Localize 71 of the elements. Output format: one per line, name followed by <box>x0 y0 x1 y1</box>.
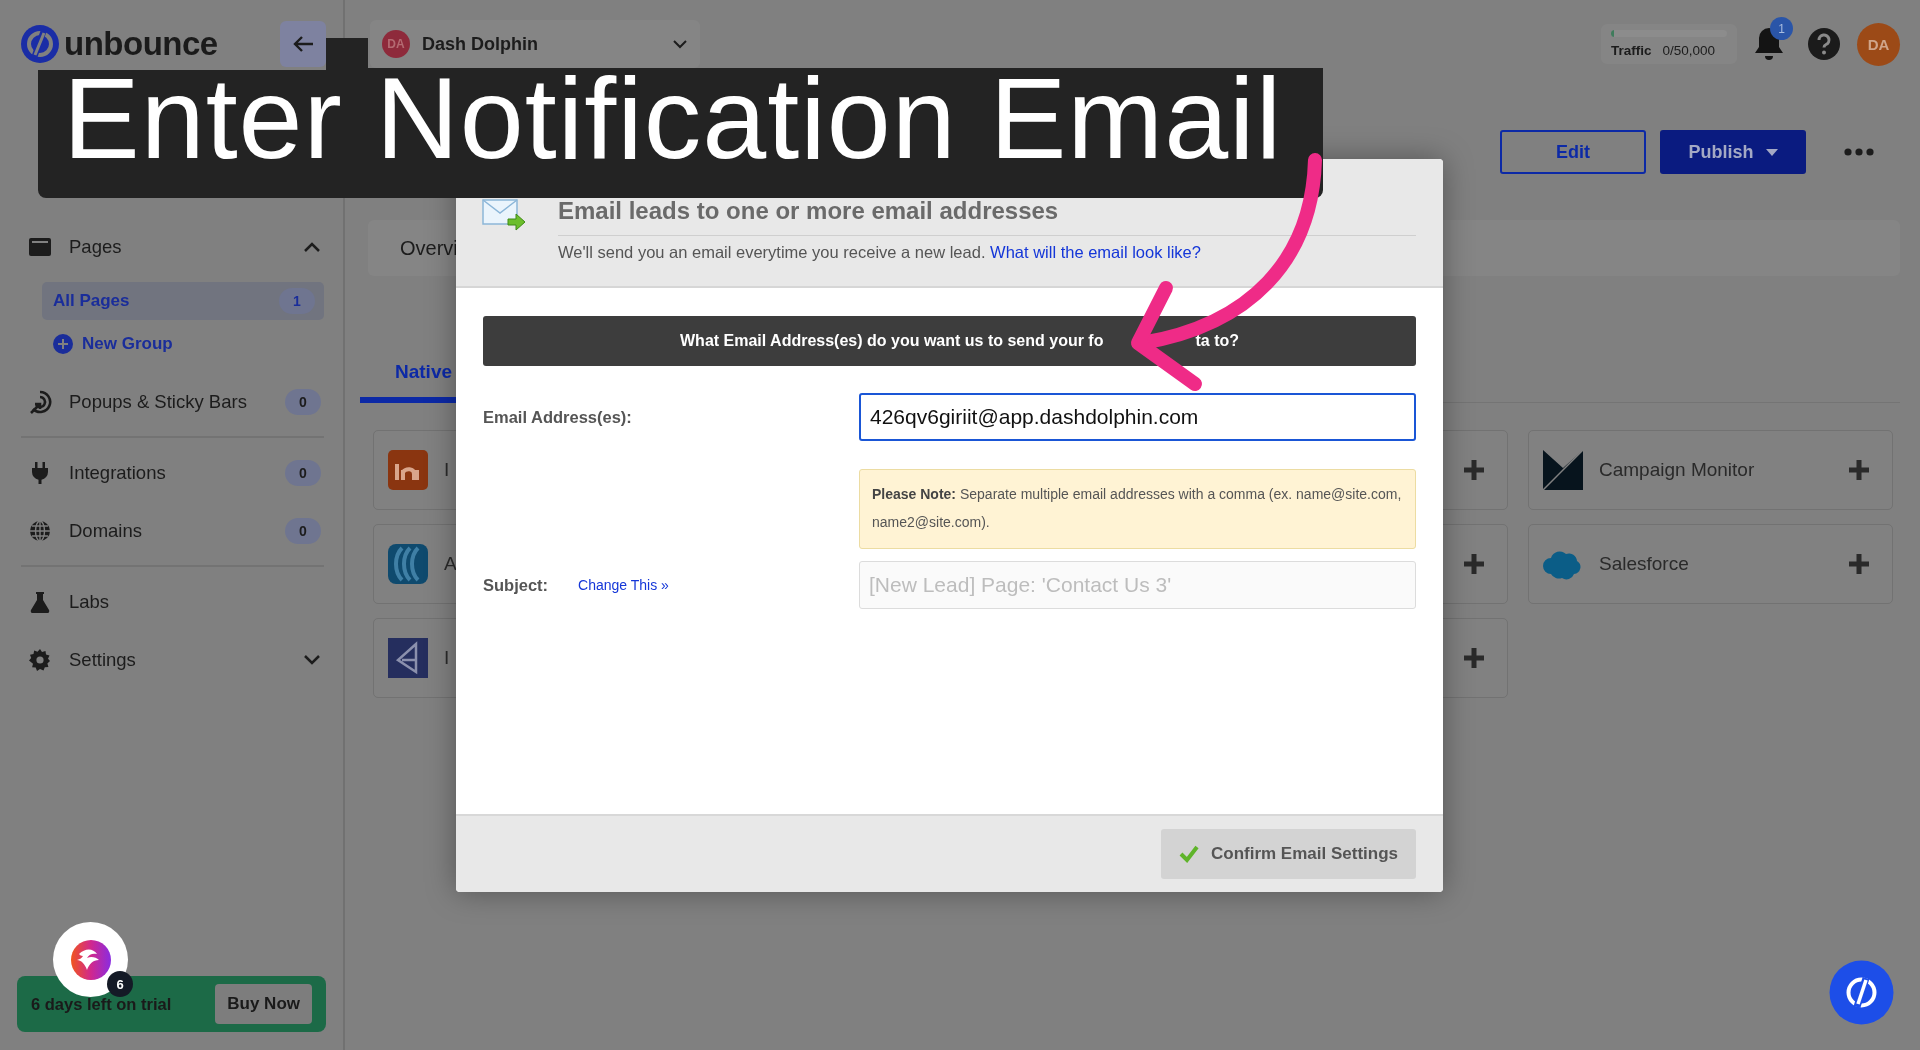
plus-icon[interactable] <box>1463 459 1485 481</box>
chevron-down-icon[interactable] <box>303 654 321 666</box>
count-badge: 0 <box>285 460 321 486</box>
plus-icon[interactable] <box>1463 647 1485 669</box>
envelope-logo-icon <box>1543 450 1583 490</box>
trial-text: 6 days left on trial <box>31 994 172 1014</box>
integration-name: Campaign Monitor <box>1599 459 1755 481</box>
nav-item[interactable]: Domains <box>69 520 268 542</box>
nav-subitem[interactable]: All Pages 1 <box>42 282 324 320</box>
checkmark-icon <box>1178 845 1199 863</box>
settings-icon <box>28 648 52 672</box>
notification-badge: 1 <box>1770 17 1793 40</box>
integration-card[interactable]: Salesforce <box>1528 524 1893 604</box>
count-badge: 0 <box>285 389 321 415</box>
count-badge: 0 <box>285 518 321 544</box>
new-group-link[interactable]: New Group <box>82 334 173 354</box>
buy-now-button[interactable]: Buy Now <box>215 984 312 1024</box>
help-icon[interactable] <box>1807 27 1841 61</box>
nav-item[interactable]: Settings <box>69 649 286 671</box>
traffic-label: Traffic <box>1611 43 1652 58</box>
caret-down-icon <box>672 39 688 49</box>
integration-name: I <box>444 647 450 669</box>
plus-circle-icon <box>52 333 74 355</box>
field-label: Email Address(es): <box>483 407 632 427</box>
nav-item[interactable]: Pages <box>69 236 286 258</box>
square-logo-icon <box>388 450 428 490</box>
email-field[interactable]: 426qv6giriit@app.dashdolphin.com <box>859 393 1416 441</box>
workspace-avatar: DA <box>382 30 410 58</box>
tab[interactable]: Overvi <box>400 236 458 260</box>
question-text: ta to? <box>1195 332 1239 350</box>
field-label: Subject: <box>483 575 549 595</box>
edit-button[interactable]: Edit <box>1500 130 1646 174</box>
change-link[interactable]: Change This » <box>578 577 669 593</box>
workspace-selector[interactable]: DA Dash Dolphin <box>370 20 700 68</box>
user-avatar[interactable]: DA <box>1857 22 1900 66</box>
flask-icon <box>28 590 52 614</box>
triangle-logo-icon <box>388 638 428 678</box>
nav-item[interactable]: Labs <box>69 591 321 613</box>
question-text: What Email Address(es) do you want us to send your fo <box>680 332 1104 350</box>
nav-item[interactable]: Integrations <box>69 462 268 484</box>
more-icon[interactable] <box>1844 148 1874 156</box>
count-badge: 1 <box>279 288 315 314</box>
chat-button-icon[interactable] <box>1829 960 1894 1025</box>
envelope-icon <box>482 197 526 233</box>
integration-name: I <box>444 459 450 481</box>
globe-icon <box>28 519 52 543</box>
back-button[interactable] <box>280 21 326 67</box>
logo-icon <box>20 24 60 64</box>
preview-link[interactable]: What will the email look like? <box>990 243 1201 261</box>
caret-down-icon <box>1765 148 1778 156</box>
note-text: Please Note: Separate multiple email addresses with a comma (ex. name@site.com, name2@site.com). <box>859 469 1416 549</box>
nav-item[interactable]: Popups & Sticky Bars <box>69 391 268 413</box>
integration-name: A <box>444 553 457 575</box>
dolphin-logo-icon <box>68 937 113 982</box>
plus-icon[interactable] <box>1848 459 1870 481</box>
publish-button[interactable]: Publish <box>1660 130 1806 174</box>
integration-name: Salesforce <box>1599 553 1689 575</box>
target-icon <box>28 390 52 414</box>
integration-card[interactable]: Campaign Monitor <box>1528 430 1893 510</box>
workspace-name: Dash Dolphin <box>422 33 539 55</box>
browser-window-icon <box>28 235 52 259</box>
traffic-value: 0/50,000 <box>1662 43 1716 58</box>
plus-icon[interactable] <box>1848 553 1870 575</box>
subject-field[interactable]: [New Lead] Page: 'Contact Us 3' <box>859 561 1416 609</box>
nav-subitem-label: All Pages <box>53 291 131 311</box>
chevron-up-icon[interactable] <box>303 241 321 253</box>
confirm-button[interactable]: Confirm Email Settings <box>1160 829 1416 879</box>
plus-icon[interactable] <box>1463 553 1485 575</box>
arrow-left-icon <box>292 35 314 53</box>
subtitle-text: We'll send you an email everytime you receive a new lead. What will the email look like? <box>558 243 1202 262</box>
wave-logo-icon <box>388 544 428 584</box>
